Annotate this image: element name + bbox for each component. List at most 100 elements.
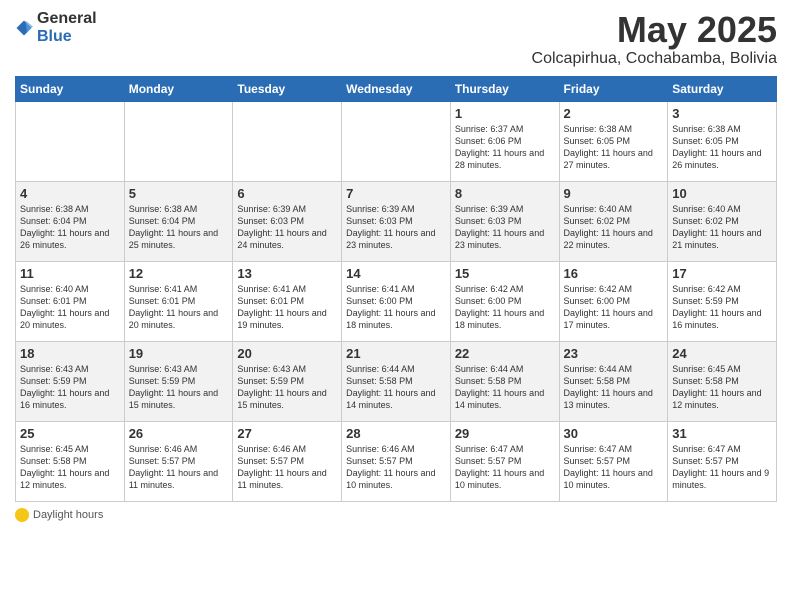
week-row-1: 1Sunrise: 6:37 AMSunset: 6:06 PMDaylight… [16, 101, 777, 181]
day-number: 7 [346, 186, 446, 201]
day-info: Sunrise: 6:38 AMSunset: 6:04 PMDaylight:… [129, 203, 229, 252]
day-number: 8 [455, 186, 555, 201]
day-cell: 23 Sunrise: 6:44 AMSunset: 5:58 PMDayligh… [559, 341, 668, 421]
day-number: 12 [129, 266, 229, 281]
day-cell: 2Sunrise: 6:38 AMSunset: 6:05 PMDaylight… [559, 101, 668, 181]
day-number: 18 [20, 346, 120, 361]
day-info: Sunrise: 6:41 AMSunset: 6:01 PMDaylight:… [129, 283, 229, 332]
col-header-wednesday: Wednesday [342, 76, 451, 101]
day-cell: 12 Sunrise: 6:41 AMSunset: 6:01 PMDayligh… [124, 261, 233, 341]
daylight-label: Daylight hours [33, 509, 103, 521]
day-cell: 1Sunrise: 6:37 AMSunset: 6:06 PMDaylight… [450, 101, 559, 181]
day-number: 21 [346, 346, 446, 361]
day-info: Sunrise: 6:46 AMSunset: 5:57 PMDaylight:… [237, 443, 337, 492]
day-cell: 31 Sunrise: 6:47 AMSunset: 5:57 PMDayligh… [668, 421, 777, 501]
day-cell: 30Sunrise: 6:47 AMSunset: 5:57 PMDayligh… [559, 421, 668, 501]
day-cell: 21 Sunrise: 6:44 AMSunset: 5:58 PMDayligh… [342, 341, 451, 421]
day-cell: 5 Sunrise: 6:38 AMSunset: 6:04 PMDaylight… [124, 181, 233, 261]
col-header-sunday: Sunday [16, 76, 125, 101]
day-cell [233, 101, 342, 181]
col-header-friday: Friday [559, 76, 668, 101]
day-info: Sunrise: 6:44 AMSunset: 5:58 PMDaylight:… [564, 363, 664, 412]
day-cell: 15Sunrise: 6:42 AMSunset: 6:00 PMDayligh… [450, 261, 559, 341]
day-number: 19 [129, 346, 229, 361]
day-number: 14 [346, 266, 446, 281]
day-info: Sunrise: 6:47 AMSunset: 5:57 PMDaylight:… [564, 443, 664, 492]
footer: Daylight hours [15, 508, 777, 525]
day-cell: 9Sunrise: 6:40 AMSunset: 6:02 PMDaylight… [559, 181, 668, 261]
day-info: Sunrise: 6:39 AMSunset: 6:03 PMDaylight:… [346, 203, 446, 252]
day-info: Sunrise: 6:45 AMSunset: 5:58 PMDaylight:… [20, 443, 120, 492]
title-section: May 2025 Colcapirhua, Cochabamba, Bolivi… [532, 10, 777, 68]
day-cell [16, 101, 125, 181]
day-info: Sunrise: 6:46 AMSunset: 5:57 PMDaylight:… [129, 443, 229, 492]
day-number: 28 [346, 426, 446, 441]
day-cell: 27 Sunrise: 6:46 AMSunset: 5:57 PMDayligh… [233, 421, 342, 501]
day-cell: 13 Sunrise: 6:41 AMSunset: 6:01 PMDayligh… [233, 261, 342, 341]
day-info: Sunrise: 6:44 AMSunset: 5:58 PMDaylight:… [346, 363, 446, 412]
day-info: Sunrise: 6:43 AMSunset: 5:59 PMDaylight:… [129, 363, 229, 412]
day-info: Sunrise: 6:40 AMSunset: 6:02 PMDaylight:… [564, 203, 664, 252]
logo: General Blue [15, 10, 97, 46]
week-row-4: 18 Sunrise: 6:43 AMSunset: 5:59 PMDayligh… [16, 341, 777, 421]
day-info: Sunrise: 6:44 AMSunset: 5:58 PMDaylight:… [455, 363, 555, 412]
day-cell: 16Sunrise: 6:42 AMSunset: 6:00 PMDayligh… [559, 261, 668, 341]
day-cell [124, 101, 233, 181]
day-cell: 18Sunrise: 6:43 AMSunset: 5:59 PMDayligh… [16, 341, 125, 421]
day-info: Sunrise: 6:38 AMSunset: 6:05 PMDaylight:… [672, 123, 772, 172]
day-cell: 20Sunrise: 6:43 AMSunset: 5:59 PMDayligh… [233, 341, 342, 421]
day-number: 10 [672, 186, 772, 201]
day-cell: 4 Sunrise: 6:38 AMSunset: 6:04 PMDaylight… [16, 181, 125, 261]
day-cell: 6Sunrise: 6:39 AMSunset: 6:03 PMDaylight… [233, 181, 342, 261]
day-info: Sunrise: 6:41 AMSunset: 6:00 PMDaylight:… [346, 283, 446, 332]
day-number: 2 [564, 106, 664, 121]
day-info: Sunrise: 6:40 AMSunset: 6:01 PMDaylight:… [20, 283, 120, 332]
col-header-thursday: Thursday [450, 76, 559, 101]
day-cell: 10 Sunrise: 6:40 AMSunset: 6:02 PMDayligh… [668, 181, 777, 261]
day-cell: 14 Sunrise: 6:41 AMSunset: 6:00 PMDayligh… [342, 261, 451, 341]
sun-icon [15, 508, 29, 522]
day-number: 23 [564, 346, 664, 361]
month-title: May 2025 [532, 10, 777, 50]
day-number: 31 [672, 426, 772, 441]
day-number: 1 [455, 106, 555, 121]
day-number: 4 [20, 186, 120, 201]
calendar-table: SundayMondayTuesdayWednesdayThursdayFrid… [15, 76, 777, 502]
day-cell: 29Sunrise: 6:47 AMSunset: 5:57 PMDayligh… [450, 421, 559, 501]
day-number: 13 [237, 266, 337, 281]
day-info: Sunrise: 6:39 AMSunset: 6:03 PMDaylight:… [455, 203, 555, 252]
logo-blue: Blue [37, 28, 72, 45]
week-row-2: 4 Sunrise: 6:38 AMSunset: 6:04 PMDaylight… [16, 181, 777, 261]
week-row-3: 11Sunrise: 6:40 AMSunset: 6:01 PMDayligh… [16, 261, 777, 341]
day-number: 27 [237, 426, 337, 441]
day-cell: 22 Sunrise: 6:44 AMSunset: 5:58 PMDayligh… [450, 341, 559, 421]
day-cell: 3 Sunrise: 6:38 AMSunset: 6:05 PMDaylight… [668, 101, 777, 181]
day-number: 5 [129, 186, 229, 201]
day-info: Sunrise: 6:40 AMSunset: 6:02 PMDaylight:… [672, 203, 772, 252]
day-number: 20 [237, 346, 337, 361]
day-info: Sunrise: 6:42 AMSunset: 6:00 PMDaylight:… [564, 283, 664, 332]
day-number: 29 [455, 426, 555, 441]
day-info: Sunrise: 6:39 AMSunset: 6:03 PMDaylight:… [237, 203, 337, 252]
page-header: General Blue May 2025 Colcapirhua, Cocha… [15, 10, 777, 68]
day-info: Sunrise: 6:45 AMSunset: 5:58 PMDaylight:… [672, 363, 772, 412]
logo-general: General [37, 10, 97, 27]
day-info: Sunrise: 6:41 AMSunset: 6:01 PMDaylight:… [237, 283, 337, 332]
col-header-saturday: Saturday [668, 76, 777, 101]
logo-icon [15, 19, 33, 37]
day-cell [342, 101, 451, 181]
day-cell: 25 Sunrise: 6:45 AMSunset: 5:58 PMDayligh… [16, 421, 125, 501]
day-info: Sunrise: 6:38 AMSunset: 6:04 PMDaylight:… [20, 203, 120, 252]
day-info: Sunrise: 6:46 AMSunset: 5:57 PMDaylight:… [346, 443, 446, 492]
col-header-monday: Monday [124, 76, 233, 101]
day-number: 25 [20, 426, 120, 441]
day-info: Sunrise: 6:42 AMSunset: 6:00 PMDaylight:… [455, 283, 555, 332]
day-info: Sunrise: 6:47 AMSunset: 5:57 PMDaylight:… [672, 443, 772, 492]
day-number: 26 [129, 426, 229, 441]
day-info: Sunrise: 6:42 AMSunset: 5:59 PMDaylight:… [672, 283, 772, 332]
week-row-5: 25 Sunrise: 6:45 AMSunset: 5:58 PMDayligh… [16, 421, 777, 501]
day-number: 3 [672, 106, 772, 121]
day-number: 22 [455, 346, 555, 361]
daylight-legend: Daylight hours [15, 508, 103, 522]
day-cell: 28 Sunrise: 6:46 AMSunset: 5:57 PMDayligh… [342, 421, 451, 501]
